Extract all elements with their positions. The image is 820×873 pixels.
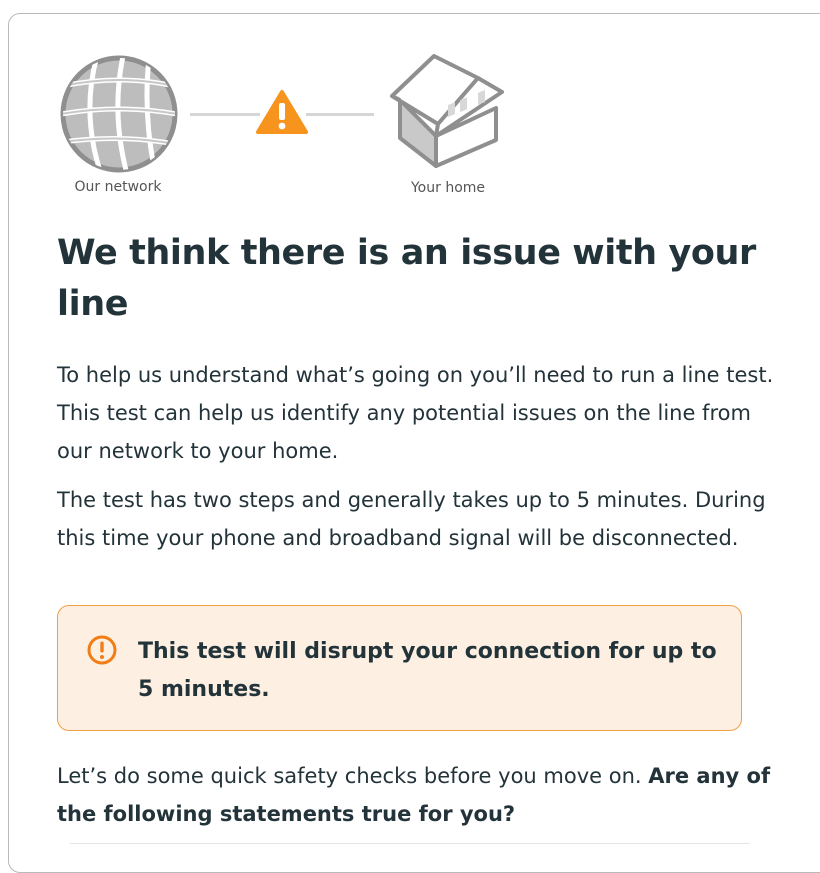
network-label: Our network xyxy=(74,179,162,195)
safety-check-paragraph: Let’s do some quick safety checks before… xyxy=(57,757,777,833)
intro-paragraph: To help us understand what’s going on yo… xyxy=(57,363,774,463)
test-duration-paragraph: The test has two steps and generally tak… xyxy=(57,488,766,550)
exclamation-circle-icon xyxy=(87,635,117,665)
warning-icon xyxy=(256,90,308,134)
divider xyxy=(70,843,750,844)
safety-intro-text: Let’s do some quick safety checks before… xyxy=(57,764,649,788)
home-label: Your home xyxy=(410,180,486,196)
house-icon xyxy=(390,54,504,168)
alert-text: This test will disrupt your connection f… xyxy=(138,639,717,702)
globe-icon xyxy=(60,55,178,173)
network-diagram: Our network Your home xyxy=(0,0,520,210)
connector-line-right xyxy=(306,113,374,116)
disruption-alert: This test will disrupt your connection f… xyxy=(57,605,742,731)
connector-line-left xyxy=(190,113,260,116)
page-title: We think there is an issue with your lin… xyxy=(57,233,756,324)
